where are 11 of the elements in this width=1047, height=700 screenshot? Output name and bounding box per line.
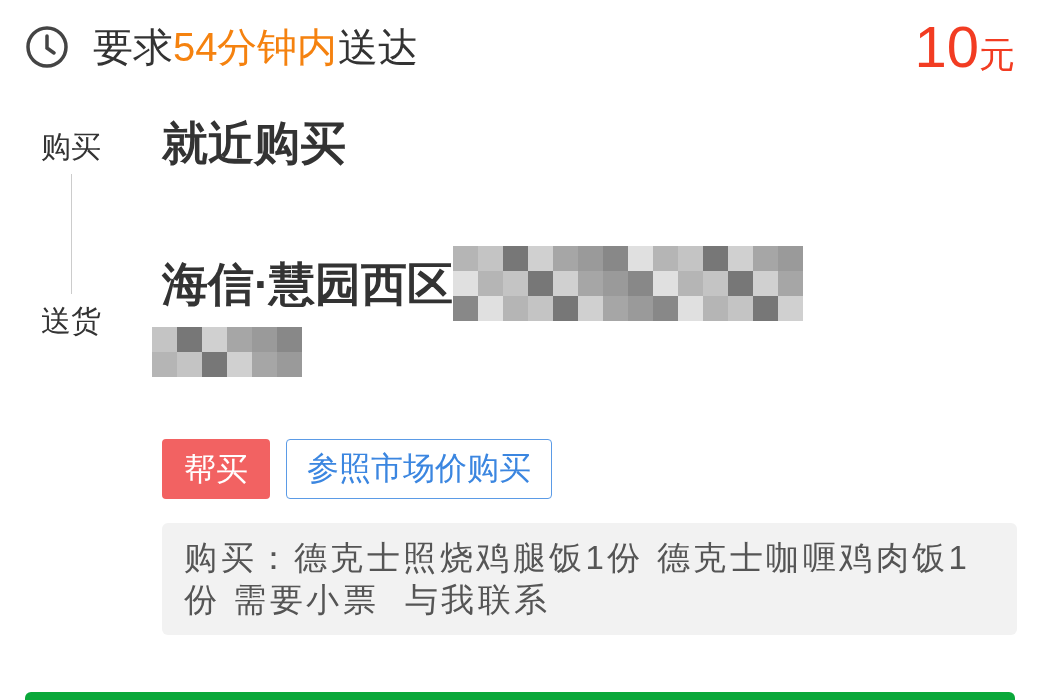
clock-icon <box>25 25 69 69</box>
delivery-time-text: 要求54分钟内送达 <box>93 24 418 71</box>
from-label: 购买 <box>41 129 101 165</box>
service-tag: 参照市场价购买 <box>286 439 552 499</box>
to-label: 送货 <box>41 302 101 339</box>
currency-text: 元 <box>979 37 1015 73</box>
pickup-title: 就近购买 <box>162 120 347 166</box>
service-tag: 帮买 <box>162 439 270 499</box>
price-amount: 10 <box>914 18 979 76</box>
address-text: 海信·慧园西区 <box>162 260 454 307</box>
order-note: 购买：德克士照烧鸡腿饭1份 德克士咖喱鸡肉饭1份 需要小票 与我联系 <box>162 523 1017 635</box>
